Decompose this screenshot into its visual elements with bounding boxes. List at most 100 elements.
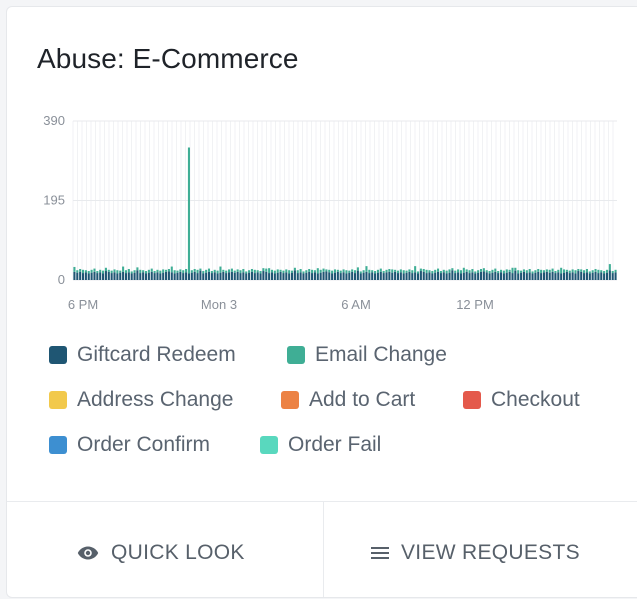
bar-giftcard-redeem [391, 272, 394, 280]
bar-email-change [542, 270, 546, 273]
bar-giftcard-redeem [153, 273, 156, 280]
bar-email-change [222, 269, 225, 272]
bar-giftcard-redeem [119, 272, 122, 280]
bar-giftcard-redeem [276, 272, 279, 280]
legend-item-add-to-cart[interactable]: Add to Cart [281, 385, 415, 415]
bar-email-change [262, 268, 265, 272]
bar-email-change [308, 268, 311, 272]
x-tick-label: Mon 3 [201, 297, 237, 312]
bar-email-change [557, 269, 560, 273]
legend-label: Checkout [491, 388, 580, 411]
bar-giftcard-redeem [316, 273, 319, 280]
bar-giftcard-redeem [144, 273, 148, 280]
bar-email-change [342, 269, 345, 273]
bar-giftcard-redeem [313, 272, 316, 280]
bar-giftcard-redeem [528, 272, 531, 280]
bar-email-change [531, 271, 534, 274]
bar-giftcard-redeem [331, 273, 334, 280]
bar-email-change [405, 270, 408, 273]
bar-email-change [107, 269, 110, 272]
bar-giftcard-redeem [187, 273, 190, 280]
legend-item-order-confirm[interactable]: Order Confirm [49, 430, 210, 460]
bar-email-change [382, 271, 385, 274]
bar-giftcard-redeem [233, 272, 236, 280]
bar-email-change [325, 269, 328, 272]
bar-email-change [288, 270, 291, 274]
bar-email-change [351, 269, 354, 272]
bar-email-change [199, 268, 202, 271]
bar-email-change [580, 269, 583, 272]
bar-email-change [468, 270, 471, 274]
bar-email-change [419, 268, 422, 272]
bar-giftcard-redeem [482, 271, 485, 280]
bar-giftcard-redeem [173, 273, 176, 280]
bar-giftcard-redeem [199, 270, 202, 280]
legend-item-order-fail[interactable]: Order Fail [260, 430, 381, 460]
bar-giftcard-redeem [551, 271, 554, 280]
bar-giftcard-redeem [222, 271, 225, 280]
bar-email-change [594, 268, 597, 272]
bar-email-change [213, 269, 216, 273]
bar-email-change [597, 269, 600, 274]
bar-giftcard-redeem [454, 273, 457, 280]
bar-giftcard-redeem [356, 270, 359, 280]
bar-giftcard-redeem [583, 273, 586, 280]
bar-giftcard-redeem [462, 272, 465, 280]
bar-email-change [156, 269, 159, 273]
bar-email-change [425, 269, 428, 274]
bar-email-change [365, 266, 368, 272]
legend-swatch [49, 391, 67, 409]
bar-giftcard-redeem [571, 272, 574, 280]
bar-giftcard-redeem [422, 271, 425, 280]
bar-giftcard-redeem [408, 271, 411, 280]
bar-giftcard-redeem [396, 273, 399, 280]
bar-email-change [374, 271, 377, 274]
bar-giftcard-redeem [202, 273, 205, 280]
bar-giftcard-redeem [79, 271, 82, 280]
bar-giftcard-redeem [428, 272, 431, 280]
view-requests-button[interactable]: VIEW REQUESTS [371, 527, 580, 579]
bar-giftcard-redeem [548, 272, 551, 280]
bar-email-change [485, 270, 488, 273]
bar-email-change [193, 268, 196, 272]
chart-bars [73, 147, 617, 280]
bar-email-change [600, 270, 603, 273]
bar-giftcard-redeem [293, 270, 296, 280]
bar-giftcard-redeem [291, 272, 294, 280]
bar-giftcard-redeem [542, 272, 546, 280]
bar-email-change [322, 268, 325, 272]
legend-item-address-change[interactable]: Address Change [49, 385, 233, 415]
bar-giftcard-redeem [319, 272, 322, 280]
bar-giftcard-redeem [394, 271, 397, 280]
bar-giftcard-redeem [508, 271, 511, 280]
bar-giftcard-redeem [379, 271, 382, 280]
bar-email-change [428, 270, 431, 273]
bar-giftcard-redeem [568, 273, 571, 280]
bar-email-change [202, 271, 205, 274]
legend-label: Email Change [315, 343, 447, 366]
bar-email-change [402, 270, 405, 274]
bar-giftcard-redeem [133, 272, 136, 280]
legend-item-email-change[interactable]: Email Change [287, 340, 447, 370]
bar-giftcard-redeem [81, 273, 85, 280]
bar-email-change [144, 271, 148, 274]
bar-email-change [488, 271, 491, 274]
bar-giftcard-redeem [228, 272, 231, 280]
bar-giftcard-redeem [448, 272, 451, 280]
bar-giftcard-redeem [250, 271, 253, 280]
bar-email-change [93, 268, 96, 272]
bar-email-change [608, 264, 611, 271]
bar-giftcard-redeem [545, 271, 548, 280]
legend-item-checkout[interactable]: Checkout [463, 385, 580, 415]
bar-email-change [207, 268, 211, 272]
bar-giftcard-redeem [339, 273, 342, 280]
bar-email-change [182, 270, 185, 274]
quick-look-button[interactable]: QUICK LOOK [77, 527, 245, 579]
legend-item-giftcard-redeem[interactable]: Giftcard Redeem [49, 340, 236, 370]
bar-giftcard-redeem [491, 272, 494, 280]
bar-email-change [236, 269, 239, 272]
bar-email-change [379, 268, 382, 272]
bar-email-change [442, 269, 445, 273]
bar-email-change [302, 271, 305, 274]
x-tick-label: 12 PM [456, 297, 494, 312]
